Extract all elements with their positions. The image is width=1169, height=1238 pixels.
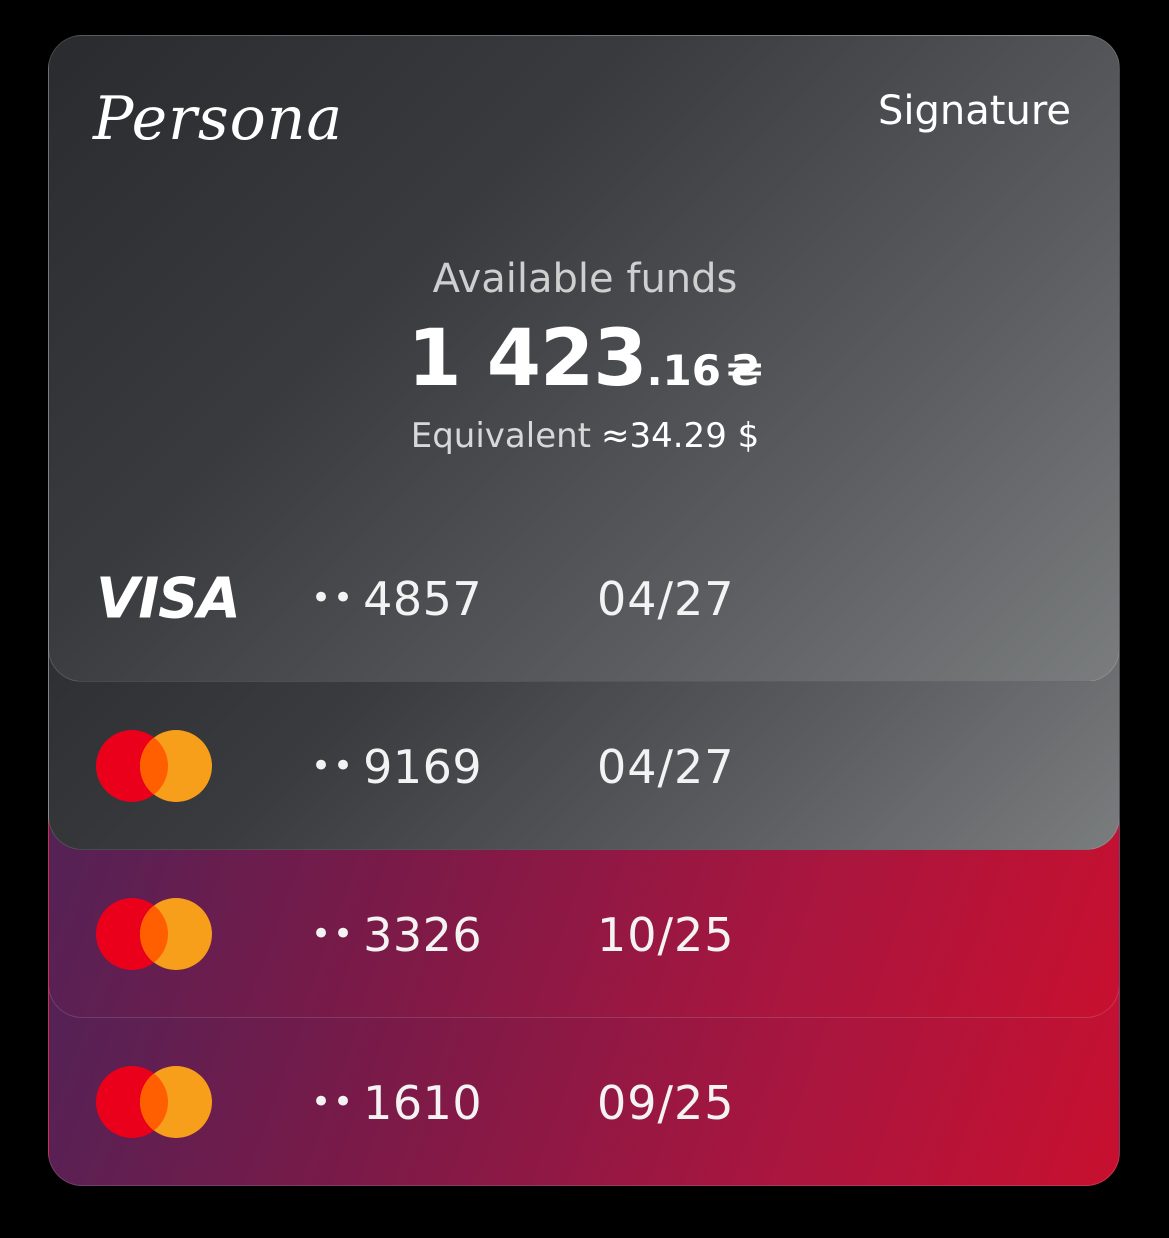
card-tier: Signature — [878, 88, 1071, 134]
card-number: •• 9169 — [311, 740, 483, 794]
balance-major: 1 423 — [407, 314, 647, 404]
card-row: •• 3326 10/25 — [49, 851, 1119, 1017]
card-number: •• 3326 — [311, 908, 483, 962]
card-expiry: 04/27 — [597, 740, 735, 794]
equivalent-line: Equivalent ≈34.29 $ — [49, 416, 1119, 456]
brand-logo: Persona — [93, 84, 344, 154]
equivalent-value: ≈34.29 $ — [601, 416, 760, 456]
mastercard-icon — [96, 898, 214, 972]
main-card[interactable]: Persona Signature Available funds 1 423.… — [48, 35, 1120, 682]
mastercard-icon — [96, 1066, 214, 1140]
visa-icon: VISA — [96, 566, 241, 632]
card-row: VISA •• 4857 04/27 — [49, 515, 1119, 681]
balance-minor: .16 — [646, 346, 721, 395]
equivalent-label: Equivalent — [410, 416, 591, 456]
card-expiry: 09/25 — [597, 1076, 735, 1130]
balance-amount: 1 423.16 ₴ — [49, 314, 1119, 404]
available-funds-label: Available funds — [432, 256, 738, 302]
currency-icon: ₴ — [726, 346, 763, 395]
card-expiry: 04/27 — [597, 572, 735, 626]
card-row: •• 1610 09/25 — [49, 1019, 1119, 1185]
card-header: Persona Signature Available funds 1 423.… — [49, 36, 1119, 536]
card-expiry: 10/25 — [597, 908, 735, 962]
card-number: •• 4857 — [311, 572, 483, 626]
mastercard-icon — [96, 730, 214, 804]
card-row: •• 9169 04/27 — [49, 683, 1119, 849]
card-number: •• 1610 — [311, 1076, 483, 1130]
